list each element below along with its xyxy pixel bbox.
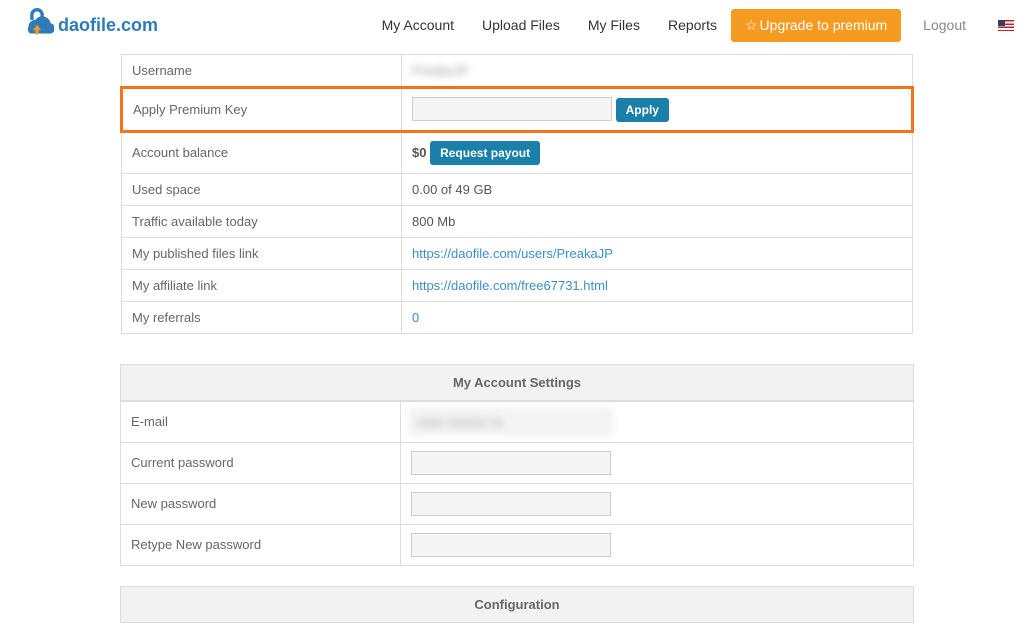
table-row: New password bbox=[121, 483, 914, 524]
settings-header: My Account Settings bbox=[120, 364, 914, 401]
apply-button[interactable]: Apply bbox=[616, 98, 669, 122]
referrals-link[interactable]: 0 bbox=[412, 310, 419, 325]
table-row: Used space 0.00 of 49 GB bbox=[122, 173, 913, 205]
premium-key-input[interactable] bbox=[412, 97, 612, 121]
affiliate-label: My affiliate link bbox=[122, 269, 402, 301]
table-row: Current password bbox=[121, 442, 914, 483]
table-row: Username PreakaJP bbox=[122, 55, 913, 88]
table-row: My published files link https://daofile.… bbox=[122, 237, 913, 269]
table-row: Account balance $0 Request payout bbox=[122, 131, 913, 173]
settings-table: E-mail Current password New password Ret… bbox=[120, 401, 914, 566]
request-payout-button[interactable]: Request payout bbox=[430, 141, 540, 165]
retype-password-field[interactable] bbox=[411, 533, 611, 557]
table-row: Traffic available today 800 Mb bbox=[122, 205, 913, 237]
nav-upload-files[interactable]: Upload Files bbox=[468, 9, 574, 41]
logo-link[interactable]: daofile.com bbox=[20, 8, 158, 42]
table-row: My referrals 0 bbox=[122, 301, 913, 333]
username-label: Username bbox=[122, 55, 402, 88]
nav-my-account[interactable]: My Account bbox=[368, 9, 468, 41]
site-name: daofile.com bbox=[58, 15, 158, 36]
balance-value: $0 bbox=[412, 145, 426, 160]
published-link[interactable]: https://daofile.com/users/PreakaJP bbox=[412, 246, 613, 261]
header: daofile.com My Account Upload Files My F… bbox=[0, 0, 1034, 54]
star-icon: ☆ bbox=[745, 17, 758, 34]
affiliate-link[interactable]: https://daofile.com/free67731.html bbox=[412, 278, 608, 293]
us-flag-icon[interactable] bbox=[998, 20, 1014, 31]
new-password-field[interactable] bbox=[411, 492, 611, 516]
account-info-table: Username PreakaJP Apply Premium Key Appl… bbox=[120, 54, 914, 334]
used-space-value: 0.00 of 49 GB bbox=[402, 173, 913, 205]
used-space-label: Used space bbox=[122, 173, 402, 205]
traffic-label: Traffic available today bbox=[122, 205, 402, 237]
nav-logout[interactable]: Logout bbox=[909, 9, 980, 41]
lock-cloud-icon bbox=[20, 8, 54, 42]
upgrade-label: Upgrade to premium bbox=[760, 17, 888, 33]
apply-premium-row: Apply Premium Key Apply bbox=[122, 88, 913, 132]
current-pw-label: Current password bbox=[121, 442, 401, 483]
upgrade-button[interactable]: ☆Upgrade to premium bbox=[731, 9, 901, 42]
published-label: My published files link bbox=[122, 237, 402, 269]
table-row: My affiliate link https://daofile.com/fr… bbox=[122, 269, 913, 301]
config-header: Configuration bbox=[120, 586, 914, 623]
main-nav: My Account Upload Files My Files Reports… bbox=[368, 9, 1014, 42]
username-value: PreakaJP bbox=[402, 55, 913, 88]
new-pw-label: New password bbox=[121, 483, 401, 524]
balance-label: Account balance bbox=[122, 131, 402, 173]
table-row: Retype New password bbox=[121, 524, 914, 565]
nav-my-files[interactable]: My Files bbox=[574, 9, 654, 41]
nav-reports[interactable]: Reports bbox=[654, 9, 731, 41]
email-field[interactable] bbox=[411, 410, 611, 434]
table-row: E-mail bbox=[121, 401, 914, 442]
referrals-label: My referrals bbox=[122, 301, 402, 333]
traffic-value: 800 Mb bbox=[402, 205, 913, 237]
email-label: E-mail bbox=[121, 401, 401, 442]
current-password-field[interactable] bbox=[411, 451, 611, 475]
retype-pw-label: Retype New password bbox=[121, 524, 401, 565]
apply-premium-label: Apply Premium Key bbox=[122, 88, 402, 132]
